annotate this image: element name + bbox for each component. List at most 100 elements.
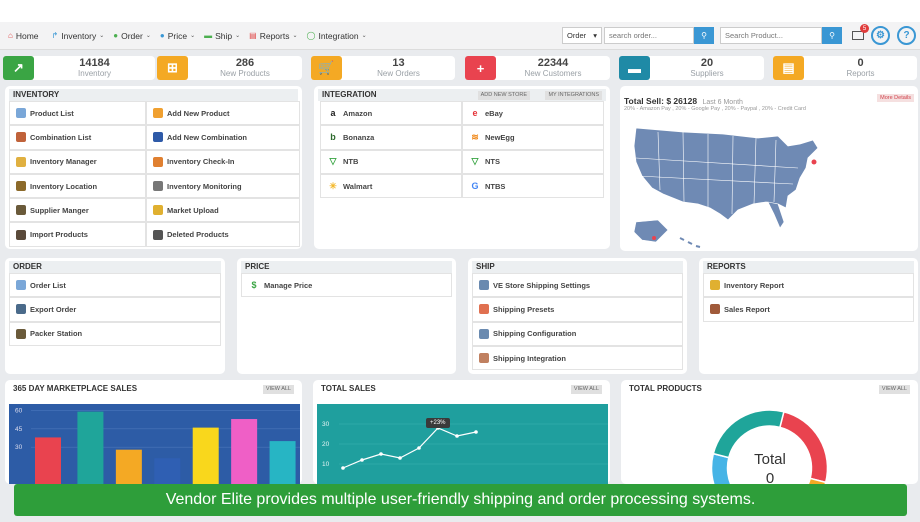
sales-point-0: [341, 466, 345, 470]
bar-y-tick: 60: [15, 407, 23, 414]
menu-product-list[interactable]: Product List: [9, 101, 146, 126]
menu-newegg[interactable]: ≋ NewEgg: [462, 125, 604, 150]
menu-manage-price[interactable]: $ Manage Price: [241, 273, 452, 298]
menu-nts[interactable]: ▽ NTS: [462, 149, 604, 174]
menu-ntb[interactable]: ▽ NTB: [320, 149, 462, 174]
bar-5: [231, 419, 258, 484]
menu-label: Shipping Integration: [493, 353, 566, 363]
total-sales-view-all-button[interactable]: VIEW ALL: [570, 385, 602, 394]
menu-inventory-monitoring[interactable]: Inventory Monitoring: [146, 173, 300, 199]
menu-packer-station[interactable]: Packer Station: [9, 321, 221, 346]
price-title: PRICE: [241, 261, 452, 273]
nav-label: Price: [167, 30, 188, 41]
stat-value: 0: [857, 57, 864, 69]
menu-supplier-manger[interactable]: Supplier Manger: [9, 198, 146, 223]
line-y-tick: 20: [322, 441, 330, 448]
menu-inventory-location[interactable]: Inventory Location: [9, 173, 146, 199]
add-new-combination-icon: [153, 132, 163, 143]
add-new-product-icon: [153, 108, 163, 119]
more-details-button[interactable]: More Details: [877, 94, 914, 102]
menu-export-order[interactable]: Export Order: [9, 297, 221, 322]
total-products-view-all-button[interactable]: VIEW ALL: [878, 385, 910, 394]
sales-point-2: [379, 452, 383, 456]
menu-label: Combination List: [30, 132, 92, 142]
nav-reports[interactable]: ▤ Reports ⌄: [249, 31, 297, 41]
shipping-configuration-icon: [479, 328, 489, 339]
search-order-input[interactable]: search order...: [604, 27, 694, 44]
menu-ebay[interactable]: e eBay: [462, 101, 604, 126]
ntb-logo-icon: ▽: [329, 156, 337, 167]
my-integrations-button[interactable]: MY INTEGRATIONS: [545, 91, 602, 100]
nav-ship[interactable]: ▬ Ship ⌄: [204, 31, 240, 41]
nav-price[interactable]: ● Price ⌄: [160, 31, 195, 41]
menu-amazon[interactable]: a Amazon: [320, 101, 462, 126]
nav-inventory[interactable]: ↱ Inventory ⌄: [52, 31, 105, 41]
menu-add-new-combination[interactable]: Add New Combination: [146, 125, 300, 150]
menu-label: Amazon: [343, 108, 373, 118]
menu-ve-store-shipping-settings[interactable]: VE Store Shipping Settings: [472, 273, 683, 298]
menu-label: Inventory Check-In: [167, 157, 235, 167]
marketplace-view-all-button[interactable]: VIEW ALL: [262, 385, 294, 394]
truck-icon: ▬: [204, 31, 213, 40]
packer-station-icon: [16, 328, 26, 339]
nav-order[interactable]: ● Order ⌄: [113, 31, 151, 41]
menu-bonanza[interactable]: b Bonanza: [320, 125, 462, 150]
menu-inventory-report[interactable]: Inventory Report: [703, 273, 914, 298]
map-marker-east: [811, 159, 817, 165]
settings-gear-icon[interactable]: ⚙: [871, 26, 890, 45]
amazon-logo-icon: a: [330, 108, 336, 119]
chevron-down-icon: ⌄: [235, 33, 241, 39]
menu-combination-list[interactable]: Combination List: [9, 125, 146, 150]
menu-market-upload[interactable]: Market Upload: [146, 198, 300, 223]
menu-shipping-presets[interactable]: Shipping Presets: [472, 297, 683, 322]
cart-icon: 🛒: [311, 56, 342, 80]
menu-sales-report[interactable]: Sales Report: [703, 297, 914, 322]
menu-shipping-integration[interactable]: Shipping Integration: [472, 345, 683, 371]
order-type-select[interactable]: Order ▾: [562, 27, 602, 44]
top-white-strip: [0, 0, 920, 22]
stat-new-customers[interactable]: +22344 New Customers: [465, 56, 610, 80]
nav-home[interactable]: ⌂ Home: [8, 31, 39, 41]
menu-ntbs[interactable]: G NTBS: [462, 173, 604, 199]
ve-store-shipping-settings-icon: [479, 280, 489, 291]
menu-inventory-manager[interactable]: Inventory Manager: [9, 149, 146, 174]
stat-inventory[interactable]: ↗ 14184 Inventory: [3, 56, 155, 80]
nav-integration[interactable]: ◯ Integration ⌄: [307, 31, 367, 41]
chevron-down-icon: ⌄: [190, 33, 196, 39]
search-order-button[interactable]: ⚲: [694, 27, 714, 44]
stats-row: ↗ 14184 Inventory ⊞ 286 New Products 🛒 13 New Or…: [0, 56, 920, 80]
total-sales-panel: TOTAL SALES VIEW ALL 10 20 30 +23%: [313, 380, 610, 484]
bar-4: [192, 427, 219, 484]
menu-import-products[interactable]: Import Products: [9, 222, 146, 247]
search-product-input[interactable]: Search Product...: [720, 27, 822, 44]
manage-price-logo-icon: $: [251, 280, 257, 291]
marketplace-sales-title: 365 DAY MARKETPLACE SALES VIEW ALL: [9, 383, 298, 395]
stat-value: 13: [392, 57, 405, 69]
usa-map: [633, 127, 819, 248]
menu-order-list[interactable]: Order List: [9, 273, 221, 298]
stat-new-orders[interactable]: 🛒 13 New Orders: [311, 56, 455, 80]
stat-value: 286: [235, 57, 255, 69]
mail-icon[interactable]: 5: [852, 24, 869, 40]
menu-deleted-products[interactable]: Deleted Products: [146, 222, 300, 247]
stat-label: New Customers: [524, 69, 582, 78]
inventory-title: INVENTORY: [9, 89, 298, 101]
sales-point-1: [360, 458, 364, 462]
inventory-panel: INVENTORY Product List Add New Product Com…: [5, 86, 302, 249]
stat-reports[interactable]: ▤ 0 Reports: [773, 56, 917, 80]
stat-new-products[interactable]: ⊞ 286 New Products: [157, 56, 302, 80]
usa-mainland-shape: [633, 127, 819, 221]
menu-shipping-configuration[interactable]: Shipping Configuration: [472, 321, 683, 346]
total-sales-title: TOTAL SALES VIEW ALL: [317, 383, 606, 395]
help-icon[interactable]: ?: [897, 26, 916, 45]
menu-walmart[interactable]: ✳ Walmart: [320, 173, 462, 199]
search-product-button[interactable]: ⚲: [822, 27, 842, 44]
menu-add-new-product[interactable]: Add New Product: [146, 101, 300, 126]
menu-inventory-check-in[interactable]: Inventory Check-In: [146, 149, 300, 174]
stat-value: 22344: [537, 57, 569, 69]
stat-suppliers[interactable]: ▬ 20 Suppliers: [619, 56, 764, 80]
integration-title-text: INTEGRATION: [322, 90, 377, 99]
add-new-store-button[interactable]: ADD NEW STORE: [477, 91, 530, 100]
nav-label: Inventory: [61, 30, 97, 41]
order-grid: Order List Export Order Packer Station: [9, 273, 221, 346]
